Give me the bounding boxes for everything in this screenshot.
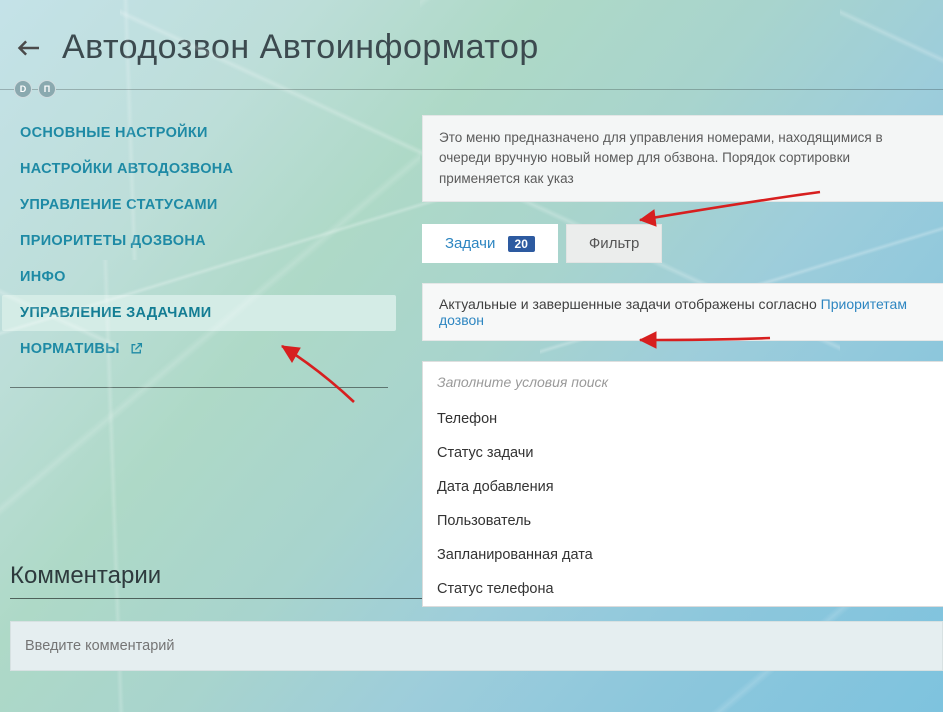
sidebar-item-autodial-settings[interactable]: НАСТРОЙКИ АВТОДОЗВОНА	[2, 151, 396, 187]
dd-phone[interactable]: Телефон	[423, 402, 943, 436]
tab-filter[interactable]: Фильтр	[566, 224, 662, 263]
back-icon[interactable]	[14, 33, 44, 63]
crumb-d[interactable]: D	[14, 80, 32, 98]
page-title: Автодозвон Автоинформатор	[62, 28, 539, 67]
search-dropdown: Телефон Статус задачи Дата добавления По…	[422, 402, 943, 607]
priority-notice-text: Актуальные и завершенные задачи отображе…	[439, 296, 821, 312]
dd-date-added[interactable]: Дата добавления	[423, 470, 943, 504]
priority-notice: Актуальные и завершенные задачи отображе…	[422, 283, 943, 341]
dd-planned-date[interactable]: Запланированная дата	[423, 538, 943, 572]
dd-user[interactable]: Пользователь	[423, 504, 943, 538]
search-field-wrap: Телефон Статус задачи Дата добавления По…	[422, 361, 943, 403]
comment-input[interactable]	[10, 621, 943, 671]
dd-phone-status[interactable]: Статус телефона	[423, 572, 943, 606]
tab-tasks-label: Задачи	[445, 235, 495, 252]
tabs: Задачи 20 Фильтр	[422, 224, 943, 263]
sidebar-item-label: НОРМАТИВЫ	[20, 341, 120, 357]
search-input[interactable]	[423, 362, 943, 402]
dd-task-status[interactable]: Статус задачи	[423, 436, 943, 470]
external-link-icon	[130, 342, 143, 359]
sidebar-separator	[10, 387, 388, 388]
sidebar-item-task-mgmt[interactable]: УПРАВЛЕНИЕ ЗАДАЧАМИ	[2, 295, 396, 331]
crumb-p[interactable]: П	[38, 80, 56, 98]
tab-tasks-count: 20	[508, 236, 535, 252]
info-banner: Это меню предназначено для управления но…	[422, 115, 943, 202]
sidebar-item-dial-priority[interactable]: ПРИОРИТЕТЫ ДОЗВОНА	[2, 223, 396, 259]
tab-tasks[interactable]: Задачи 20	[422, 224, 558, 263]
breadcrumb: D П	[0, 79, 943, 99]
sidebar-item-info[interactable]: ИНФО	[2, 259, 396, 295]
sidebar-item-status-mgmt[interactable]: УПРАВЛЕНИЕ СТАТУСАМИ	[2, 187, 396, 223]
sidebar-item-basic-settings[interactable]: ОСНОВНЫЕ НАСТРОЙКИ	[2, 115, 396, 151]
sidebar-item-norms[interactable]: НОРМАТИВЫ	[2, 331, 396, 369]
sidebar: ОСНОВНЫЕ НАСТРОЙКИ НАСТРОЙКИ АВТОДОЗВОНА…	[2, 115, 396, 388]
